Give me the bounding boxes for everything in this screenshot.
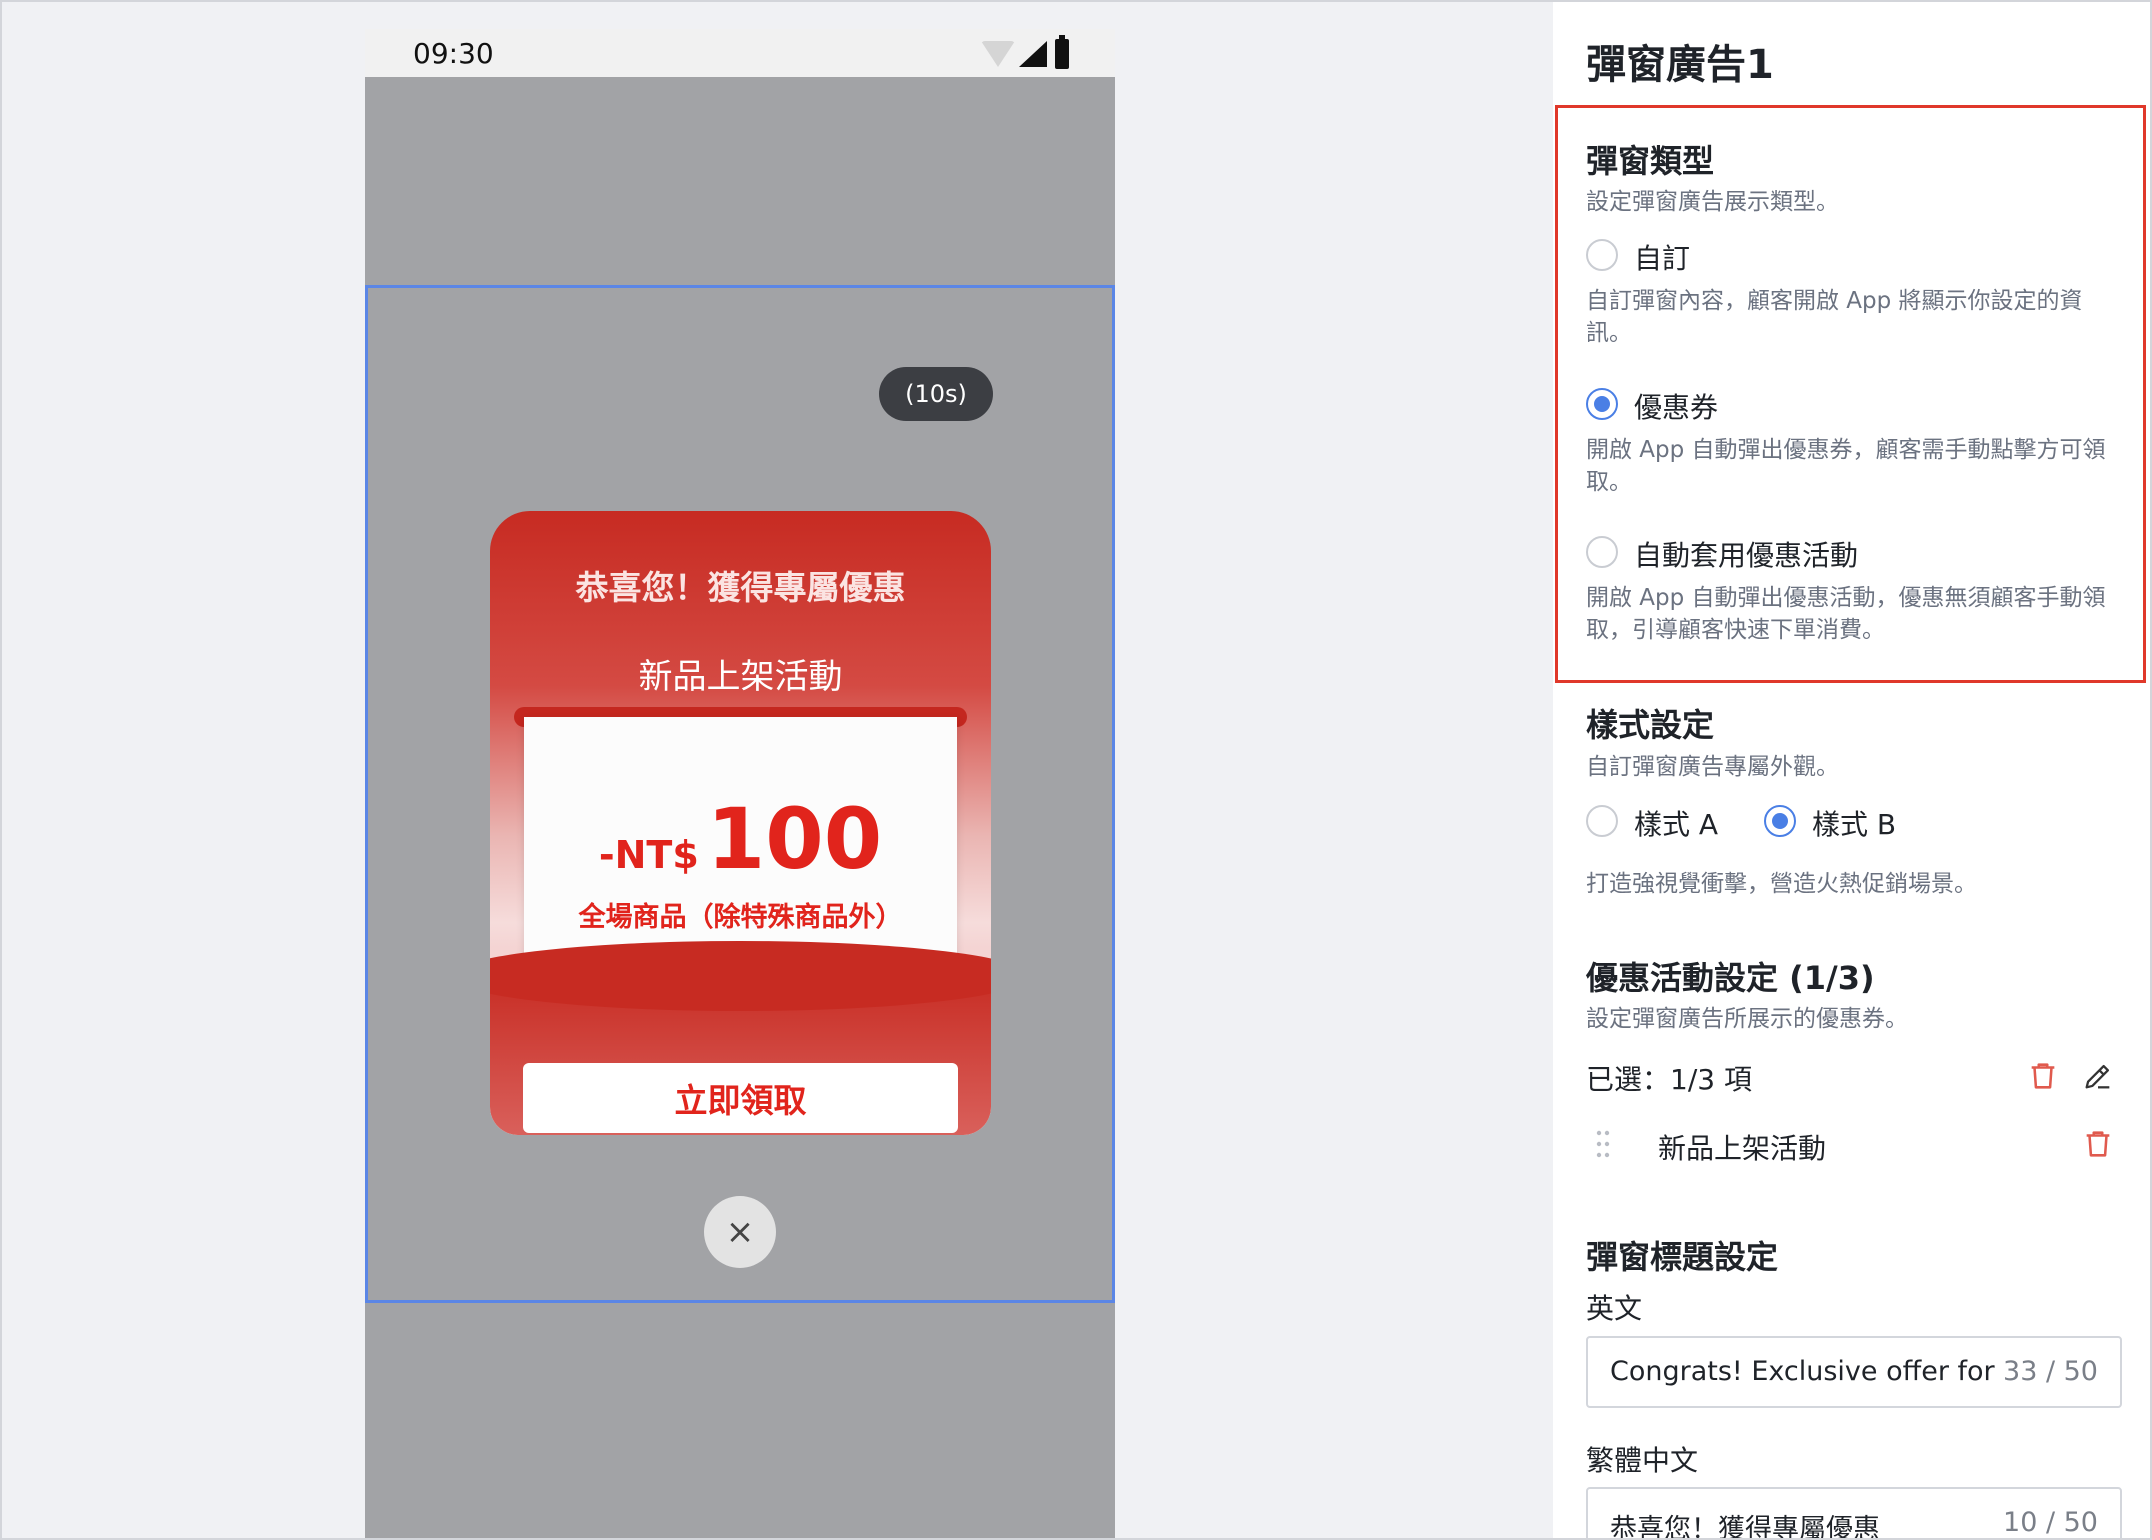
traditional-chinese-label: 繁體中文: [1586, 1444, 1699, 1477]
style-hint: 打造強視覺衝擊，營造火熱促銷場景。: [1586, 871, 1977, 897]
style-title: 樣式設定: [1586, 706, 1715, 744]
delete-all-icon[interactable]: [2026, 1059, 2060, 1093]
english-title-value[interactable]: Congrats! Exclusive offer for you: [1610, 1356, 2000, 1387]
countdown-badge: (10s): [879, 367, 993, 421]
signal-icon: [1019, 41, 1047, 67]
traditional-chinese-char-count: 10 / 50: [2003, 1507, 2098, 1538]
style-description: 自訂彈窗廣告專屬外觀。: [1586, 754, 1839, 780]
wifi-icon: [981, 41, 1015, 67]
coupon-note: 全場商品（除特殊商品外）: [578, 902, 903, 933]
radio-custom[interactable]: [1586, 239, 1618, 271]
campaign-settings-description: 設定彈窗廣告所展示的優惠券。: [1586, 1006, 1908, 1032]
close-popup-button[interactable]: ×: [704, 1196, 776, 1268]
coupon-amount: -NT$ 100: [524, 797, 957, 881]
status-icons: [981, 35, 1071, 69]
battery-icon: [1055, 35, 1069, 69]
style-a-label[interactable]: 樣式 A: [1634, 803, 1718, 843]
english-char-count: 33 / 50: [2003, 1356, 2098, 1387]
drag-handle-icon[interactable]: [1595, 1129, 1611, 1159]
claim-button[interactable]: 立即領取: [523, 1063, 958, 1133]
edit-icon[interactable]: [2081, 1059, 2115, 1093]
settings-panel: 彈窗廣告1 彈窗類型 設定彈窗廣告展示類型。 自訂 自訂彈窗內容，顧客開啟 Ap…: [1553, 2, 2150, 1538]
radio-coupon[interactable]: [1586, 388, 1618, 420]
option-custom-label[interactable]: 自訂: [1634, 237, 1690, 277]
option-coupon-label[interactable]: 優惠券: [1634, 386, 1718, 426]
option-custom-description: 自訂彈窗內容，顧客開啟 App 將顯示你設定的資訊。: [1586, 288, 2083, 346]
option-auto-apply-label[interactable]: 自動套用優惠活動: [1634, 534, 1858, 574]
coupon-popup[interactable]: 恭喜您！獲得專屬優惠 新品上架活動 -NT$ 100 全場商品（除特殊商品外） …: [490, 511, 991, 1135]
option-coupon-description: 開啟 App 自動彈出優惠券，顧客需手動點擊方可領取。: [1586, 437, 2106, 495]
english-label: 英文: [1586, 1292, 1643, 1325]
popup-heading: 恭喜您！獲得專屬優惠: [575, 568, 906, 607]
amount-prefix: -NT$: [598, 833, 699, 877]
campaign-settings-title: 優惠活動設定 (1/3): [1586, 959, 1875, 997]
close-icon: ×: [725, 1212, 755, 1252]
amount-value: 100: [706, 790, 883, 888]
traditional-chinese-title-value[interactable]: 恭喜您！獲得專屬優惠: [1610, 1507, 2000, 1538]
app-window: 09:30 (10s) 恭喜您！獲得專屬優惠 新品上架活動 -NT$ 100 全…: [0, 0, 2152, 1540]
radio-style-b[interactable]: [1764, 805, 1796, 837]
style-b-label[interactable]: 樣式 B: [1812, 803, 1896, 843]
popup-type-title: 彈窗類型: [1586, 142, 1715, 180]
delete-item-icon[interactable]: [2081, 1127, 2115, 1161]
popup-type-description: 設定彈窗廣告展示類型。: [1586, 189, 1839, 215]
status-bar: 09:30: [365, 29, 1115, 77]
phone-preview: 09:30 (10s) 恭喜您！獲得專屬優惠 新品上架活動 -NT$ 100 全…: [365, 29, 1115, 1538]
radio-style-a[interactable]: [1586, 805, 1618, 837]
title-settings-title: 彈窗標題設定: [1586, 1238, 1779, 1276]
campaign-list-item: 新品上架活動: [1658, 1132, 1827, 1165]
traditional-chinese-title-input[interactable]: 恭喜您！獲得專屬優惠 10 / 50: [1586, 1487, 2122, 1538]
campaign-title: 新品上架活動: [638, 657, 843, 697]
radio-auto-apply[interactable]: [1586, 536, 1618, 568]
option-auto-apply-description: 開啟 App 自動彈出優惠活動，優惠無須顧客手動領取，引導顧客快速下單消費。: [1586, 585, 2106, 643]
panel-title: 彈窗廣告1: [1586, 42, 1774, 88]
selected-summary: 已選：1/3 項: [1586, 1063, 1752, 1096]
status-time: 09:30: [413, 37, 494, 70]
english-title-input[interactable]: Congrats! Exclusive offer for you 33 / 5…: [1586, 1336, 2122, 1408]
